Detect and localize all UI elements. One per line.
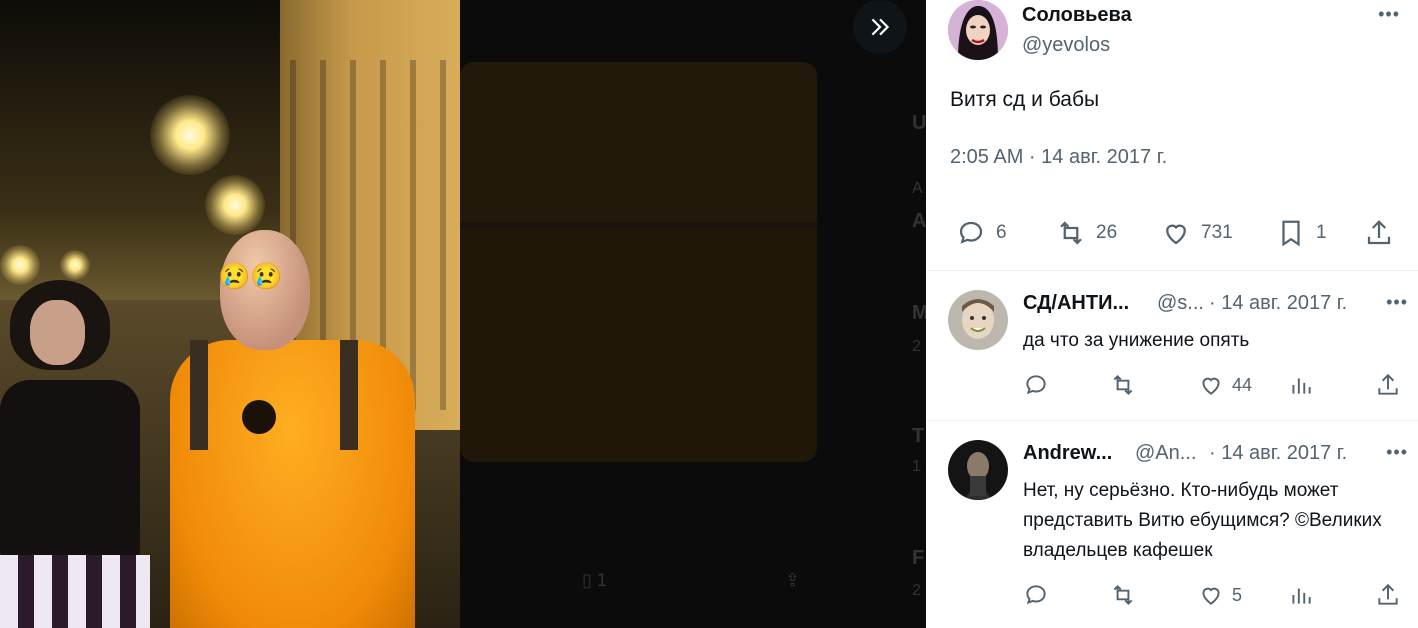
views-button[interactable] (1288, 582, 1314, 608)
reply-tweet[interactable]: СД/АНТИ... @s... · 14 авг. 2017 г. ••• д… (926, 290, 1418, 420)
like-count: 44 (1232, 374, 1253, 395)
background-timeline-letter: A (912, 210, 926, 232)
reply-actions: 44 (1023, 372, 1403, 402)
reply-author-name[interactable]: Andrew... (1023, 442, 1112, 465)
man-figure (150, 220, 420, 628)
avatar[interactable] (948, 290, 1008, 350)
reply-actions: 5 (1023, 582, 1403, 612)
crying-emoji-overlay: 😢😢 (218, 261, 283, 291)
media-viewer: U A A M 2 T 1 F 2 ▯ 1 ⇪ 😢😢 (0, 0, 926, 628)
reply-count: 6 (996, 222, 1007, 243)
share-icon (1378, 373, 1398, 395)
author-handle[interactable]: @yevolos (1022, 34, 1110, 57)
like-count: 731 (1201, 222, 1233, 243)
background-timeline-letter: F (912, 547, 925, 569)
author-name[interactable]: Соловьева (1022, 4, 1132, 27)
tweet-sidebar: Соловьева @yevolos ••• Витя сд и бабы 2:… (926, 0, 1418, 628)
retweet-button[interactable] (1110, 582, 1136, 608)
avatar[interactable] (948, 0, 1008, 60)
retweet-icon (1113, 374, 1133, 396)
reply-button[interactable]: 6 (956, 218, 1007, 248)
bookmark-button[interactable]: 1 (1276, 218, 1327, 248)
like-button[interactable]: 5 (1198, 582, 1242, 608)
like-icon (1202, 377, 1220, 395)
tweet-header: Соловьева @yevolos ••• (948, 0, 1408, 62)
woman-figure (0, 270, 150, 628)
background-timeline-letter: 2 (912, 582, 921, 599)
divider (926, 270, 1418, 271)
retweet-icon (1060, 221, 1082, 245)
reply-text: да что за унижение опять (1023, 330, 1250, 351)
bookmark-icon (1282, 220, 1300, 247)
like-count: 5 (1232, 584, 1243, 605)
background-bookmark-icon: ▯ 1 (582, 570, 607, 590)
background-timeline-letter: 1 (912, 458, 921, 475)
share-icon (1367, 220, 1391, 245)
expand-sidebar-button[interactable] (853, 0, 907, 54)
retweet-icon (1113, 584, 1133, 606)
background-timeline-letter: 2 (912, 338, 921, 355)
tweet-text: Витя сд и бабы (950, 88, 1100, 111)
divider (926, 420, 1418, 421)
more-icon[interactable]: ••• (1386, 292, 1408, 313)
retweet-button[interactable]: 26 (1056, 218, 1117, 248)
reply-button[interactable] (1023, 582, 1049, 608)
retweet-count: 26 (1096, 222, 1118, 243)
share-icon (1378, 583, 1398, 605)
share-button[interactable] (1364, 218, 1394, 248)
tweet-photo[interactable]: 😢😢 (0, 0, 460, 628)
views-icon (1292, 588, 1311, 604)
reply-text: Нет, ну серьёзно. Кто-нибудь может предс… (1023, 480, 1382, 561)
more-icon[interactable]: ••• (1378, 4, 1400, 25)
like-icon (1166, 224, 1186, 245)
bookmark-count: 1 (1316, 222, 1327, 243)
share-button[interactable] (1375, 372, 1401, 398)
reply-icon (1026, 375, 1046, 395)
reply-tweet[interactable]: Andrew... @An... · 14 авг. 2017 г. ••• Н… (926, 440, 1418, 628)
retweet-button[interactable] (1110, 372, 1136, 398)
reply-author-handle[interactable]: @An... (1135, 442, 1196, 465)
street-lamp (150, 95, 230, 175)
background-timeline-letter: U (912, 112, 926, 134)
yin-yang-emblem (242, 400, 276, 434)
background-timeline-letter: M (912, 302, 926, 324)
reply-date[interactable]: · 14 авг. 2017 г. (1209, 292, 1347, 315)
reply-button[interactable] (1023, 372, 1049, 398)
background-bookmark-count: 1 (596, 570, 607, 590)
background-share-icon: ⇪ (785, 570, 801, 590)
like-icon (1202, 587, 1220, 605)
reply-date[interactable]: · 14 авг. 2017 г. (1209, 442, 1347, 465)
background-timeline-letter: A (912, 180, 923, 197)
reply-icon (1026, 585, 1046, 605)
reply-icon (959, 221, 983, 244)
avatar-photo (948, 290, 1008, 350)
views-icon (1292, 378, 1311, 394)
views-button[interactable] (1288, 372, 1314, 398)
reply-author-handle[interactable]: @s... (1157, 292, 1204, 315)
tweet-actions: 6 26 731 1 (956, 218, 1396, 254)
like-button[interactable]: 731 (1161, 218, 1233, 248)
avatar-photo (948, 440, 1008, 500)
avatar-illustration (948, 0, 1008, 60)
like-button[interactable]: 44 (1198, 372, 1252, 398)
background-media-panel (460, 62, 817, 462)
share-button[interactable] (1375, 582, 1401, 608)
reply-author-name[interactable]: СД/АНТИ... (1023, 292, 1129, 315)
expand-icon (871, 18, 890, 36)
tweet-timestamp[interactable]: 2:05 AM · 14 авг. 2017 г. (950, 146, 1167, 169)
background-timeline-letter: T (912, 425, 925, 447)
avatar[interactable] (948, 440, 1008, 500)
more-icon[interactable]: ••• (1386, 442, 1408, 463)
